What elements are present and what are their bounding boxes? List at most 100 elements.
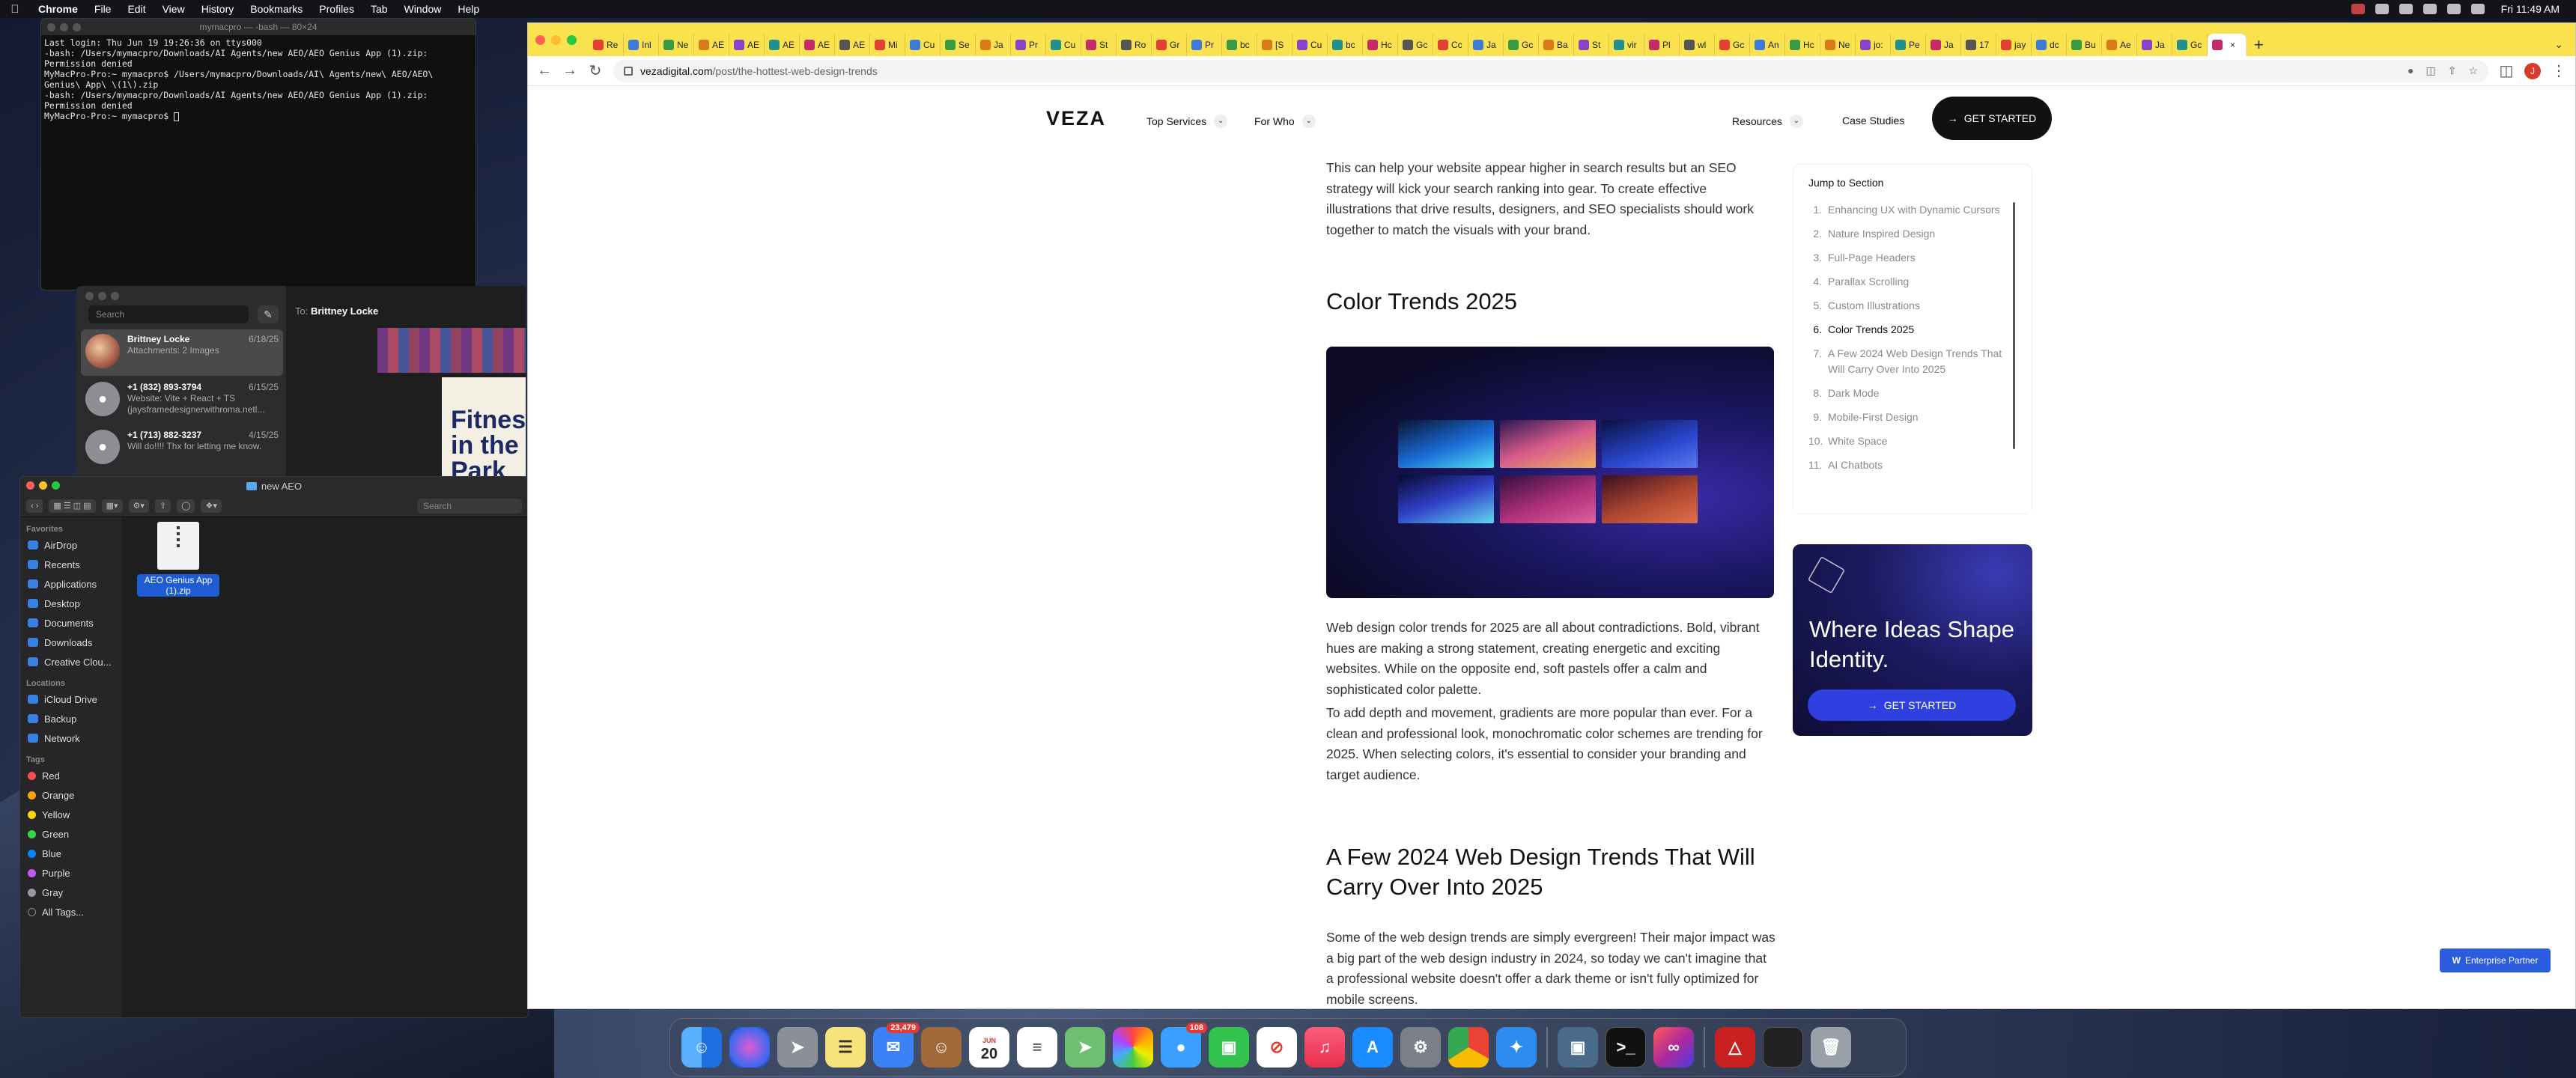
creative-cloud-icon[interactable]: ∞ xyxy=(1653,1027,1694,1068)
tag-yellow[interactable]: Yellow xyxy=(20,805,122,824)
sidebar-item-airdrop[interactable]: AirDrop xyxy=(20,535,122,555)
compose-icon[interactable]: ✎ xyxy=(258,305,279,323)
app-store-icon[interactable]: A xyxy=(1352,1027,1393,1068)
browser-tab[interactable]: Ja xyxy=(1468,34,1504,56)
tag-orange[interactable]: Orange xyxy=(20,785,122,805)
browser-tab[interactable]: Ne xyxy=(1820,34,1856,56)
menu-profiles[interactable]: Profiles xyxy=(311,3,362,15)
terminal-titlebar[interactable]: mymacpro — -bash — 80×24 xyxy=(41,19,476,35)
browser-tab[interactable]: St xyxy=(1081,34,1117,56)
browser-tab[interactable]: bc xyxy=(1328,34,1363,56)
browser-tab[interactable]: An xyxy=(1750,34,1785,56)
browser-tab[interactable]: Gc xyxy=(1504,34,1539,56)
profile-avatar[interactable]: J xyxy=(2524,62,2541,79)
browser-tab[interactable]: AE xyxy=(835,34,870,56)
sidebar-item-documents[interactable]: Documents xyxy=(20,613,122,633)
toc-scrollbar[interactable] xyxy=(2013,202,2015,449)
menu-tab[interactable]: Tab xyxy=(362,3,396,15)
browser-tab[interactable]: Ba xyxy=(1539,34,1574,56)
sidebar-item-recents[interactable]: Recents xyxy=(20,555,122,574)
facetime-icon[interactable]: ▣ xyxy=(1209,1027,1249,1068)
kebab-menu-icon[interactable]: ⋮ xyxy=(2551,61,2566,80)
zoom-button[interactable] xyxy=(567,34,577,45)
browser-tab[interactable]: Pr xyxy=(1187,34,1222,56)
browser-tab[interactable]: Bu xyxy=(2067,34,2102,56)
zoom-button[interactable] xyxy=(73,23,81,31)
toc-item[interactable]: 7. A Few 2024 Web Design Trends That Will… xyxy=(1808,346,2011,377)
browser-window[interactable]: Re Inl Ne AE AE AE AE AE Mi Cu Se Ja Pr Cu St Ro Gr Pr bc [… xyxy=(527,22,2576,1009)
close-button[interactable] xyxy=(26,481,34,490)
toc-item[interactable]: 2. Nature Inspired Design xyxy=(1808,226,2011,242)
browser-tab[interactable]: Pl xyxy=(1644,34,1680,56)
bluetooth-status-icon[interactable] xyxy=(2375,4,2389,14)
finder-titlebar[interactable]: new AEO xyxy=(20,477,528,495)
browser-tab[interactable]: Re xyxy=(589,34,624,56)
minimize-button[interactable] xyxy=(551,34,561,45)
toc-item[interactable]: 10. White Space xyxy=(1808,433,2011,449)
browser-tab[interactable]: Inl xyxy=(624,34,659,56)
group-icon[interactable]: ▦▾ xyxy=(101,499,123,513)
reload-icon[interactable]: ↻ xyxy=(588,61,603,80)
toc-item[interactable]: 6. Color Trends 2025 xyxy=(1808,322,2011,338)
tag-red[interactable]: Red xyxy=(20,766,122,785)
file-item[interactable]: AEO Genius App (1).zip xyxy=(137,522,219,597)
nav-case-studies[interactable]: Case Studies xyxy=(1842,115,1904,127)
conversation-item[interactable]: ● +1 (832) 893-3794 6/15/25 Website: Vite… xyxy=(81,377,283,424)
siri-icon[interactable] xyxy=(729,1027,770,1068)
browser-tab[interactable]: 17 xyxy=(1961,34,1996,56)
browser-tab[interactable]: bc xyxy=(1222,34,1257,56)
enterprise-partner-badge[interactable]: W Enterprise Partner xyxy=(2440,948,2551,972)
browser-tab[interactable]: Gc xyxy=(1715,34,1750,56)
new-tab-button[interactable]: + xyxy=(2254,35,2264,55)
browser-tab[interactable]: Cu xyxy=(1046,34,1081,56)
browser-tab[interactable]: Ja xyxy=(2137,34,2172,56)
browser-tab[interactable]: Ja xyxy=(1926,34,1961,56)
spotlight-icon[interactable] xyxy=(2446,4,2461,14)
conversation-item[interactable]: Brittney Locke 6/18/25 Attachments: 2 Ima… xyxy=(81,329,283,376)
sidebar-item-creative-cloud[interactable]: Creative Clou... xyxy=(20,652,122,672)
menu-window[interactable]: Window xyxy=(396,3,450,15)
minimize-button[interactable] xyxy=(60,23,68,31)
toc-item[interactable]: 4. Parallax Scrolling xyxy=(1808,274,2011,290)
launchpad-icon[interactable]: ➤ xyxy=(777,1027,818,1068)
tag-purple[interactable]: Purple xyxy=(20,863,122,883)
toc-item[interactable]: 9. Mobile-First Design xyxy=(1808,409,2011,425)
sidebar-item-applications[interactable]: Applications xyxy=(20,574,122,594)
tag-green[interactable]: Green xyxy=(20,824,122,844)
apple-menu-icon[interactable]:  xyxy=(0,3,30,16)
dropbox-icon[interactable]: ❖▾ xyxy=(201,499,222,513)
browser-tab[interactable]: Ne xyxy=(659,34,694,56)
browser-tab[interactable]: jo: xyxy=(1856,34,1891,56)
browser-tab[interactable]: AE xyxy=(800,34,835,56)
browser-tab[interactable]: Gc xyxy=(1398,34,1433,56)
recent-window-icon[interactable] xyxy=(1763,1027,1803,1068)
menu-view[interactable]: View xyxy=(154,3,193,15)
browser-tab[interactable]: AE xyxy=(694,34,729,56)
system-settings-icon[interactable]: ⚙ xyxy=(1400,1027,1441,1068)
translate-icon[interactable]: ◫ xyxy=(2425,64,2435,77)
site-info-icon[interactable] xyxy=(624,66,633,76)
menu-file[interactable]: File xyxy=(86,3,120,15)
close-button[interactable] xyxy=(47,23,55,31)
browser-tab[interactable]: Mi xyxy=(870,34,905,56)
news-icon[interactable]: ⊘ xyxy=(1257,1027,1297,1068)
sidebar-item-backup[interactable]: Backup xyxy=(20,709,122,728)
browser-tab[interactable]: Ja xyxy=(976,34,1011,56)
share-icon[interactable]: ⇧ xyxy=(154,499,171,513)
close-button[interactable] xyxy=(535,34,545,45)
browser-tab[interactable]: wl xyxy=(1680,34,1715,56)
browser-tab[interactable]: Ae xyxy=(2102,34,2137,56)
browser-tab[interactable]: AE xyxy=(729,34,765,56)
close-button[interactable] xyxy=(85,292,94,300)
browser-tab[interactable]: AE xyxy=(765,34,800,56)
conversation-item[interactable]: ● +1 (713) 882-3237 4/15/25 Will do!!!! T… xyxy=(81,425,283,472)
creative-cloud-status-icon[interactable] xyxy=(2351,4,2365,14)
browser-tab[interactable]: Hc xyxy=(1363,34,1398,56)
messages-window[interactable]: Search ✎ Brittney Locke 6/18/25 Attachmen… xyxy=(76,286,526,478)
sidebar-item-desktop[interactable]: Desktop xyxy=(20,594,122,613)
browser-tab[interactable]: dc xyxy=(2032,34,2067,56)
browser-tab[interactable]: Cu xyxy=(905,34,941,56)
back-forward-button[interactable]: ‹ › xyxy=(26,499,43,513)
toc-item[interactable]: 1. Enhancing UX with Dynamic Cursors xyxy=(1808,202,2011,218)
maps-icon[interactable]: ➤ xyxy=(1065,1027,1105,1068)
